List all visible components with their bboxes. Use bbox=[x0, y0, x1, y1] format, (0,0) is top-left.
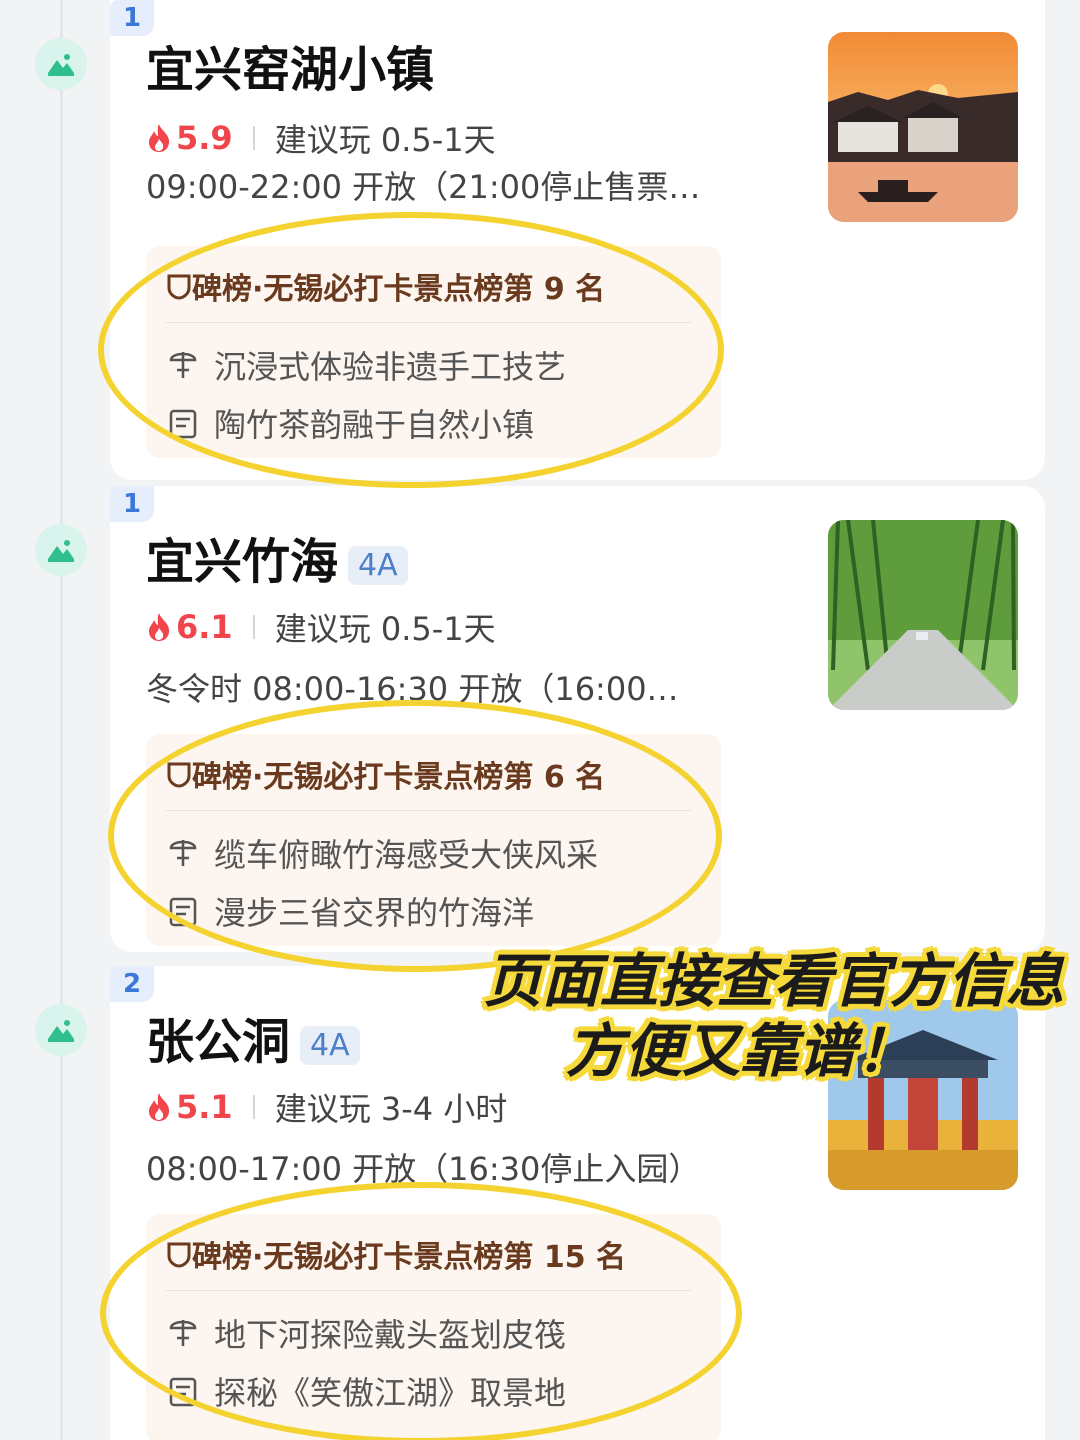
flame-icon bbox=[149, 1093, 170, 1121]
umbrella-icon bbox=[169, 352, 197, 378]
ranking-divider bbox=[166, 322, 691, 323]
scroll-icon bbox=[169, 1377, 197, 1407]
opening-hours: 冬令时 08:00-16:30 开放（16:00… bbox=[146, 670, 679, 708]
rank-tag: 1 bbox=[110, 486, 154, 522]
ranking-box[interactable]: 碑榜·无锡必打卡景点榜第 9 名 沉浸式体验非遗手工技艺 陶竹茶韵融于自然小镇 bbox=[146, 246, 721, 458]
attraction-card[interactable]: 1 宜兴窑湖小镇 5.9 建议玩 0.5-1天 09:00-22:00 开放（2… bbox=[110, 0, 1045, 480]
attraction-list-page: 1 宜兴窑湖小镇 5.9 建议玩 0.5-1天 09:00-22:00 开放（2… bbox=[0, 0, 1080, 1440]
scroll-icon bbox=[169, 409, 197, 439]
shield-icon bbox=[167, 274, 191, 300]
scenic-mountain-icon bbox=[35, 38, 87, 90]
overlay-line-2: 方便又靠谱！ bbox=[565, 1017, 914, 1085]
meta-divider bbox=[252, 126, 255, 150]
level-badge: 4A bbox=[348, 545, 408, 585]
shield-icon bbox=[167, 1242, 191, 1268]
attraction-title: 宜兴竹海 4A bbox=[146, 522, 408, 592]
ranking-headline: 碑榜·无锡必打卡景点榜第 9 名 bbox=[166, 264, 605, 308]
heat-score: 6.1 bbox=[146, 608, 233, 646]
attraction-name: 张公洞 bbox=[146, 1014, 291, 1070]
timeline-line bbox=[60, 0, 63, 1440]
attraction-meta: 5.1 建议玩 3-4 小时 bbox=[146, 1084, 507, 1130]
suggested-duration: 建议玩 0.5-1天 bbox=[274, 121, 496, 159]
ranking-box[interactable]: 碑榜·无锡必打卡景点榜第 15 名 地下河探险戴头盔划皮筏 探秘《笑傲江湖》取景… bbox=[146, 1214, 721, 1440]
umbrella-icon bbox=[169, 840, 197, 866]
scenic-mountain-icon bbox=[35, 1004, 87, 1056]
suggested-duration: 建议玩 0.5-1天 bbox=[274, 610, 496, 648]
ranking-box[interactable]: 碑榜·无锡必打卡景点榜第 6 名 缆车俯瞰竹海感受大侠风采 漫步三省交界的竹海洋 bbox=[146, 734, 721, 946]
attraction-title: 宜兴窑湖小镇 bbox=[146, 30, 434, 100]
attraction-title: 张公洞 4A bbox=[146, 1002, 360, 1072]
attraction-meta: 5.9 建议玩 0.5-1天 bbox=[146, 115, 496, 161]
heat-score: 5.1 bbox=[146, 1088, 233, 1126]
attraction-name: 宜兴竹海 bbox=[146, 534, 339, 590]
shield-icon bbox=[167, 762, 191, 788]
meta-divider bbox=[252, 1095, 255, 1119]
attraction-photo[interactable] bbox=[828, 32, 1018, 222]
feature-item: 陶竹茶韵融于自然小镇 bbox=[168, 400, 534, 446]
ranking-divider bbox=[166, 810, 691, 811]
opening-hours: 08:00-17:00 开放（16:30停止入园） bbox=[146, 1150, 701, 1188]
attraction-photo[interactable] bbox=[828, 520, 1018, 710]
overlay-caption: 页面直接查看官方信息 方便又靠谱！ bbox=[424, 946, 1064, 1086]
opening-hours: 09:00-22:00 开放（21:00停止售票… bbox=[146, 168, 701, 206]
feature-item: 漫步三省交界的竹海洋 bbox=[168, 888, 534, 934]
ranking-headline: 碑榜·无锡必打卡景点榜第 6 名 bbox=[166, 752, 605, 796]
attraction-meta: 6.1 建议玩 0.5-1天 bbox=[146, 604, 496, 650]
suggested-duration: 建议玩 3-4 小时 bbox=[274, 1090, 508, 1128]
feature-item: 缆车俯瞰竹海感受大侠风采 bbox=[168, 830, 598, 876]
attraction-name: 宜兴窑湖小镇 bbox=[146, 42, 435, 98]
ranking-headline: 碑榜·无锡必打卡景点榜第 15 名 bbox=[166, 1232, 626, 1276]
level-badge: 4A bbox=[300, 1025, 360, 1065]
overlay-line-1: 页面直接查看官方信息 bbox=[483, 947, 1064, 1015]
meta-divider bbox=[252, 615, 255, 639]
attraction-card[interactable]: 1 宜兴竹海 4A 6.1 建议玩 0.5-1天 冬令时 08:00-16:30 … bbox=[110, 486, 1045, 952]
flame-icon bbox=[149, 613, 170, 641]
heat-score: 5.9 bbox=[146, 119, 233, 157]
rank-tag: 2 bbox=[110, 966, 154, 1002]
scroll-icon bbox=[169, 897, 197, 927]
feature-item: 沉浸式体验非遗手工技艺 bbox=[168, 342, 566, 388]
flame-icon bbox=[149, 124, 170, 152]
ranking-divider bbox=[166, 1290, 691, 1291]
feature-item: 地下河探险戴头盔划皮筏 bbox=[168, 1310, 566, 1356]
scenic-mountain-icon bbox=[35, 524, 87, 576]
feature-item: 探秘《笑傲江湖》取景地 bbox=[168, 1368, 566, 1414]
umbrella-icon bbox=[169, 1320, 197, 1346]
